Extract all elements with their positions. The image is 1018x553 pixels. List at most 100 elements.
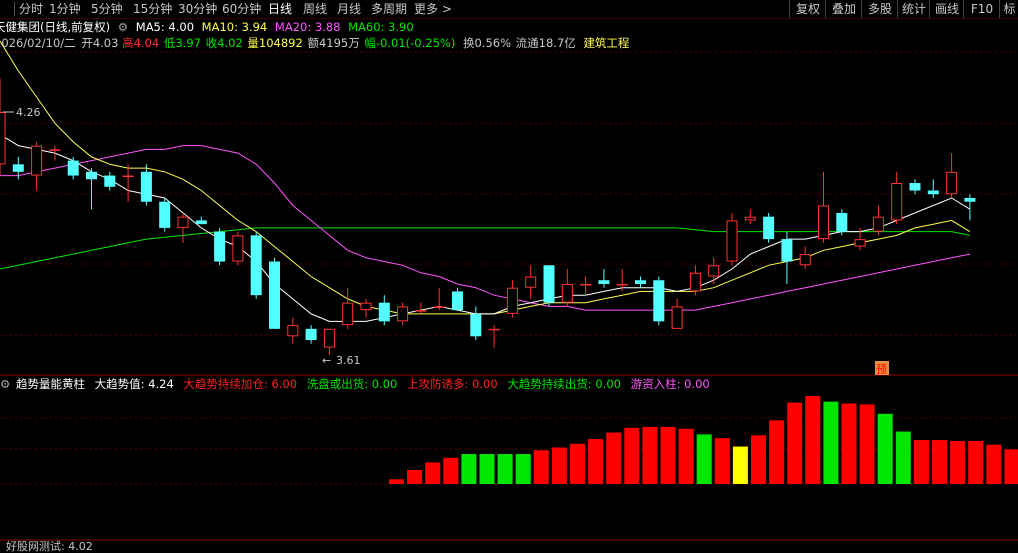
candle-body	[360, 302, 372, 311]
candle-body	[67, 160, 79, 176]
candle-body	[177, 216, 189, 228]
candle-body	[0, 112, 6, 165]
candle-body	[31, 145, 43, 176]
candle-body	[763, 216, 775, 240]
indicator-bar	[588, 439, 604, 484]
preview-badge: 预	[875, 361, 889, 376]
indicator-bar	[425, 462, 441, 484]
indicator-bar	[461, 454, 477, 484]
candle	[452, 287, 463, 311]
indicator-bar	[732, 446, 748, 484]
indicator-bar	[624, 427, 640, 484]
candle	[397, 302, 409, 326]
candle	[781, 231, 793, 284]
bottom-indicator-label: 好股网测试: 4.02	[6, 540, 93, 553]
candle-body	[836, 212, 848, 232]
candle-body	[214, 231, 226, 262]
indicator-bar	[895, 431, 911, 484]
candle	[104, 171, 116, 191]
candle	[946, 153, 958, 198]
indicator-bar	[968, 440, 984, 484]
high-marker: 4.26	[3, 106, 41, 119]
indicator-bar	[823, 401, 839, 484]
candle	[159, 197, 171, 232]
candle	[287, 317, 299, 344]
candlestick-chart[interactable]: 4.26 ← 3.61 预	[0, 0, 1018, 551]
candle	[561, 269, 573, 307]
indicator-name[interactable]: 趋势量能黄柱	[16, 377, 85, 391]
candle	[31, 141, 43, 191]
candle-body	[891, 183, 903, 221]
candle	[433, 287, 445, 311]
candle-body	[86, 171, 97, 180]
low-price-label: 3.61	[336, 354, 361, 367]
candle	[525, 265, 537, 299]
indicator-bar	[606, 432, 622, 484]
candle-body	[49, 149, 61, 151]
candle-body	[195, 220, 207, 225]
indicator-big-trend: 大趋势值: 4.24	[94, 377, 174, 391]
candle	[872, 205, 884, 236]
indicator-bar	[443, 457, 459, 484]
candle-body	[744, 216, 756, 221]
candle-body	[232, 235, 244, 262]
candle-body	[415, 310, 427, 312]
candle	[543, 265, 555, 307]
candle	[635, 276, 646, 288]
candle-body	[909, 183, 921, 191]
candle-body	[159, 201, 171, 228]
candle-body	[122, 175, 134, 178]
candle-body	[305, 328, 317, 341]
high-price-label: 4.26	[16, 106, 41, 119]
indicator-bar	[805, 396, 821, 484]
candle	[598, 269, 610, 288]
indicator-header: ⚙ 趋势量能黄柱 大趋势值: 4.24 大趋势持续加仓: 6.00 洗盘或出货:…	[0, 376, 716, 393]
candle-body	[140, 171, 152, 202]
candle	[580, 276, 592, 296]
candle	[214, 227, 226, 266]
candle	[305, 325, 317, 344]
candle-body	[927, 190, 939, 195]
indicator-bar	[913, 440, 929, 484]
candle	[250, 231, 262, 299]
candle	[799, 246, 811, 270]
candle	[177, 212, 189, 243]
indicator-bar	[877, 413, 893, 484]
candle-body	[506, 287, 518, 314]
candle	[269, 257, 280, 329]
indicator-bar	[407, 469, 423, 484]
indicator-bar	[950, 440, 966, 484]
indicator-sell: 大趋势持续出货: 0.00	[507, 377, 621, 391]
candle-body	[818, 205, 829, 240]
candle-body	[488, 328, 500, 331]
candle-body	[708, 265, 720, 277]
candle-body	[671, 306, 683, 329]
candle-body	[269, 261, 280, 329]
candle-body	[250, 235, 262, 296]
gear-icon[interactable]: ⚙	[0, 377, 10, 391]
candle-body	[689, 272, 701, 292]
candle	[506, 280, 518, 318]
indicator-attack: 上攻防诱多: 0.00	[407, 377, 498, 391]
candle-body	[470, 313, 482, 337]
candle-body	[397, 306, 409, 322]
preview-badge-text: 预	[876, 363, 887, 376]
candle	[653, 276, 665, 326]
candle-body	[287, 325, 299, 337]
candle-body	[452, 291, 463, 311]
indicator-bar	[479, 454, 495, 484]
indicator-inflow: 游资入柱: 0.00	[630, 377, 710, 391]
candle	[195, 216, 207, 225]
candle-body	[12, 164, 24, 172]
indicator-bar	[551, 447, 567, 484]
candle	[122, 164, 134, 202]
candle-body	[323, 328, 335, 348]
candle-body	[561, 283, 573, 303]
candle	[726, 212, 738, 266]
candle	[0, 78, 6, 176]
candle	[232, 231, 244, 266]
candle	[763, 212, 775, 243]
candle-body	[616, 283, 628, 286]
candle	[323, 328, 335, 355]
candle-body	[598, 280, 610, 284]
